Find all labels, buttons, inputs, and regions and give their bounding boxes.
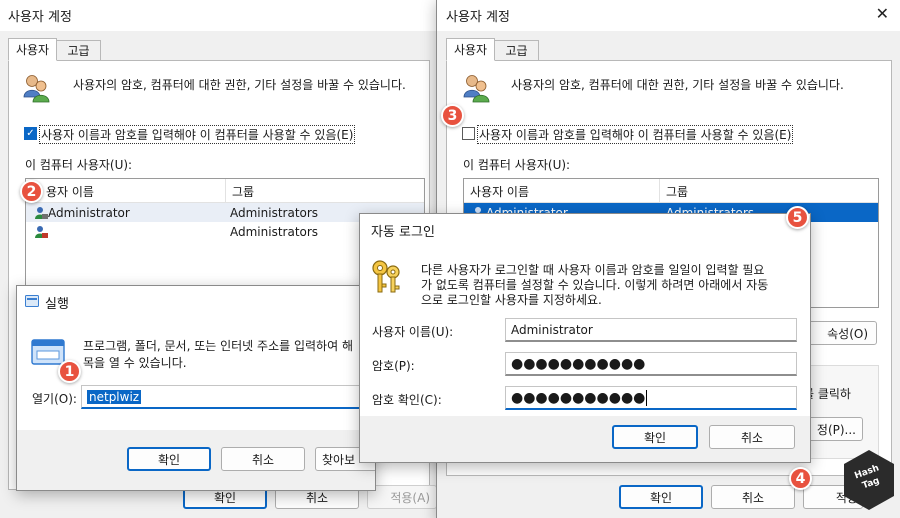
- step-badge-5: 5: [786, 206, 809, 229]
- user-group: Administrators: [230, 205, 319, 220]
- description-text: 사용자의 암호, 컴퓨터에 대한 권한, 기타 설정을 바꿀 수 있습니다.: [511, 78, 844, 92]
- open-input-value: netplwiz: [87, 389, 142, 404]
- username-input-value: Administrator: [511, 322, 593, 337]
- run-title: 실행: [45, 296, 69, 312]
- reset-password-button-label: 정(P)...: [816, 422, 856, 437]
- user-icon: [34, 203, 48, 222]
- column-header-name[interactable]: 용자 이름: [40, 179, 226, 203]
- run-title-bar: 실행: [17, 286, 375, 318]
- users-list-label: 이 컴퓨터 사용자(U):: [463, 158, 571, 172]
- column-header-group[interactable]: 그룹: [660, 179, 878, 203]
- auto-logon-cancel-button[interactable]: 취소: [709, 425, 795, 449]
- column-header-group[interactable]: 그룹: [226, 179, 424, 203]
- keys-icon: [370, 258, 404, 294]
- list-header: 용자 이름 그룹: [26, 179, 424, 203]
- text-cursor: [646, 389, 648, 406]
- users-icon: [22, 73, 50, 103]
- step-badge-4: 4: [789, 467, 812, 490]
- cancel-button[interactable]: 취소: [711, 485, 795, 509]
- close-icon[interactable]: ✕: [876, 6, 889, 22]
- properties-button-label: 속성(O): [827, 326, 868, 341]
- user-group: Administrators: [230, 224, 319, 239]
- users-list-label: 이 컴퓨터 사용자(U):: [25, 158, 133, 172]
- confirm-password-input-value: ●●●●●●●●●●●: [511, 389, 646, 406]
- run-dialog: 실행 프로그램, 폴더, 문서, 또는 인터넷 주소를 입력하여 해 목을 열 …: [16, 285, 376, 491]
- ok-button[interactable]: 확인: [619, 485, 703, 509]
- run-ok-button[interactable]: 확인: [127, 447, 211, 471]
- run-description-line-2: 목을 열 수 있습니다.: [83, 356, 187, 370]
- require-password-checkbox[interactable]: ✓: [24, 127, 37, 140]
- auto-logon-ok-button[interactable]: 확인: [612, 425, 698, 449]
- step-badge-1: 1: [58, 360, 81, 383]
- require-password-label[interactable]: 사용자 이름과 암호를 입력해야 이 컴퓨터를 사용할 수 있음(E): [477, 125, 794, 144]
- open-input[interactable]: netplwiz: [81, 385, 371, 409]
- list-header: 사용자 이름 그룹: [464, 179, 878, 203]
- confirm-password-input[interactable]: ●●●●●●●●●●●: [505, 386, 797, 410]
- username-label: 사용자 이름(U):: [372, 325, 454, 339]
- tab-advanced[interactable]: 고급: [494, 40, 539, 61]
- step-badge-2: 2: [20, 180, 43, 203]
- column-header-name[interactable]: 사용자 이름: [464, 179, 660, 203]
- run-description-line-1: 프로그램, 폴더, 문서, 또는 인터넷 주소를 입력하여 해: [83, 339, 353, 353]
- tab-advanced[interactable]: 고급: [56, 40, 101, 61]
- require-password-checkbox[interactable]: [462, 127, 475, 140]
- step-badge-3: 3: [441, 104, 464, 127]
- description-text: 사용자의 암호, 컴퓨터에 대한 권한, 기타 설정을 바꿀 수 있습니다.: [73, 78, 406, 92]
- run-cancel-button[interactable]: 취소: [221, 447, 305, 471]
- auto-logon-dialog: 자동 로그인 다른 사용자가 로그인할 때 사용자 이름과 암호를 일일이 입력…: [359, 213, 811, 463]
- users-icon: [462, 73, 490, 103]
- auto-logon-description-line-3: 으로 로그인할 사용자를 지정하세요.: [421, 293, 602, 307]
- require-password-label[interactable]: 사용자 이름과 암호를 입력해야 이 컴퓨터를 사용할 수 있음(E): [39, 125, 356, 144]
- password-input-value: ●●●●●●●●●●●: [511, 355, 646, 372]
- auto-logon-title: 자동 로그인: [360, 214, 810, 246]
- window-title: 사용자 계정: [437, 0, 900, 31]
- tab-users[interactable]: 사용자: [8, 38, 57, 61]
- window-title: 사용자 계정: [0, 0, 437, 31]
- open-label: 열기(O):: [32, 392, 77, 406]
- password-input[interactable]: ●●●●●●●●●●●: [505, 352, 797, 376]
- run-title-icon: [25, 295, 39, 307]
- username-input[interactable]: Administrator: [505, 318, 797, 342]
- user-name: Administrator: [48, 205, 130, 220]
- tab-users[interactable]: 사용자: [446, 38, 495, 61]
- apply-button[interactable]: 적용(A): [367, 485, 437, 509]
- confirm-password-label: 암호 확인(C):: [372, 393, 442, 407]
- hashtag-watermark: Hash Tag: [842, 448, 896, 512]
- password-label: 암호(P):: [372, 359, 415, 373]
- user-icon: [34, 222, 48, 241]
